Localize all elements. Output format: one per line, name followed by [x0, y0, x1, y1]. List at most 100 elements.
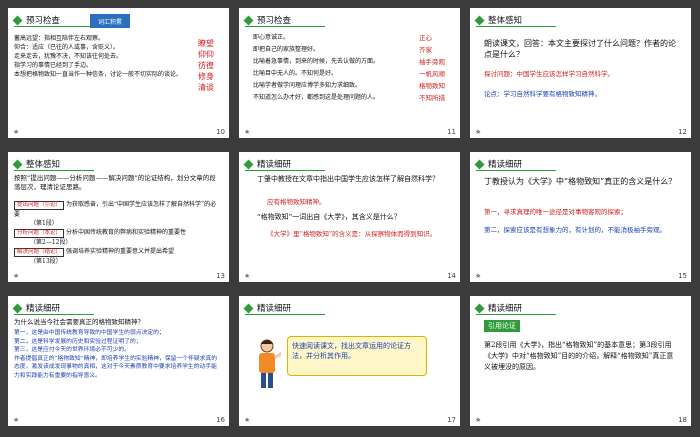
slide-number: 13 [216, 272, 225, 280]
answer-word: 修身 [198, 72, 214, 81]
diamond-bullet-icon [243, 303, 254, 313]
star-icon: ★ [244, 128, 251, 136]
slide-title: 精读细研 [488, 304, 523, 314]
part-range: （第2—12段） [30, 239, 72, 246]
diamond-bullet-icon [474, 159, 485, 169]
question-1: 丁肇中教授在文章中指出中国学生应该怎样了解自然科学？ [257, 175, 439, 183]
star-icon: ★ [475, 416, 482, 424]
argument-method-tag: 引用论证 [484, 320, 520, 332]
slide-number: 16 [216, 416, 225, 424]
slide-header: 精读细研 [243, 158, 292, 170]
intro-text: 按照“提出问题——分析问题——解决问题”的论证结构，划分文章的段落层次，理清论证… [14, 174, 216, 191]
slide-number: 17 [447, 416, 456, 424]
slide-number: 15 [678, 272, 687, 280]
slide-header: 精读细研 [474, 158, 522, 170]
answer-word: 清谈 [198, 83, 214, 92]
answer-word: 仰仰 [198, 50, 214, 59]
header-underline [476, 314, 556, 315]
slide-thumbnail-18[interactable]: 精读细研 引用论证 第2段引用《大学》，指出“格物致知”的基本意思；第3段引用《… [470, 296, 691, 426]
answer-second: 第二，探索应该是有想象力的，有计划的，不能消极袖手旁观。 [484, 226, 666, 234]
slide-thumbnail-12[interactable]: 整体感知 朗读课文，回答：本文主要探讨了什么问题？作者的论点是什么？ 探讨问题：… [470, 8, 691, 138]
star-icon: ★ [244, 416, 251, 424]
answer-2: 《大学》里“格物致知”的含义是：从探察物体而得到知识。 [267, 230, 437, 238]
reason-list: 第一，这是由中国传统教育导致的中国学生的弱点决定的； 第二，这是科学发展的历史和… [14, 329, 222, 380]
outline-part: 提出问题（引论） 为获取感奋，引出“中国学生应该怎样了解自然科学”的必要 [14, 200, 222, 219]
slide-thumbnail-13[interactable]: 整体感知 按照“提出问题——分析问题——解决问题”的论证结构，划分文章的段落层次… [8, 152, 229, 282]
part-label: 分析问题（本论） [14, 229, 65, 238]
diamond-bullet-icon [474, 303, 485, 313]
idiom-list: 即心意诚正。 即把自己的家族整理好。 比喻着急事情，到来的时候，先去认做的方面。… [253, 32, 413, 104]
slide-title: 整体感知 [26, 160, 61, 170]
part-desc: 分析中国传统教育的弊病和实验精神的重要性 [65, 229, 186, 236]
answer-thesis: 论点：学习自然科学要有格物致知精神。 [484, 90, 601, 98]
answer-word: 袖手旁观 [419, 58, 445, 66]
reason-line: 第一，这是由中国传统教育导致的中国学生的弱点决定的； [14, 330, 165, 336]
slide-number: 10 [216, 128, 225, 136]
outline-part: 解决问题（结论） 强调培养实验精神的重要意义并提出希望 [14, 247, 222, 257]
star-icon: ★ [13, 272, 20, 280]
part-label: 解决问题（结论） [14, 248, 65, 257]
diamond-bullet-icon [243, 15, 254, 25]
answer-word: 一帆风顺 [419, 70, 445, 78]
vocab-list: 蓄高远望：指相互陪伴左右观察。 仰合：适应（已往的人或事，含贬义）。 走来走去，… [14, 34, 184, 79]
answer-word: 齐家 [419, 46, 432, 54]
slide-header: 预习检查 [243, 14, 292, 26]
slide-title: 精读细研 [257, 160, 292, 170]
header-underline [245, 314, 325, 315]
diamond-bullet-icon [12, 15, 23, 25]
slide-number: 12 [678, 128, 687, 136]
slide-header: 整体感知 [474, 14, 523, 26]
slide-number: 18 [678, 416, 687, 424]
star-icon: ★ [13, 416, 20, 424]
slide-thumbnail-17[interactable]: 精读细研 快速阅读课文，找出文章运用的论证方法，并分析其作用。 ★ 17 [239, 296, 460, 426]
vocab-line: 蓄高远望：指相互陪伴左右观察。 [14, 35, 105, 42]
slide-thumbnail-15[interactable]: 精读细研 丁教授认为《大学》中“格物致知”真正的含义是什么？ 第一，寻求真理的唯… [470, 152, 691, 282]
answer-1: 应有格物致知精神。 [267, 198, 326, 206]
slide-title: 预习检查 [26, 16, 61, 26]
header-underline [245, 170, 325, 171]
slide-header: 精读细研 [474, 302, 523, 314]
slide-header: 精读细研 [243, 302, 292, 314]
part-desc: 强调培养实验精神的重要意义并提出希望 [65, 248, 174, 255]
teacher-illustration-icon [259, 339, 281, 388]
task-bubble: 快速阅读课文，找出文章运用的论证方法，并分析其作用。 [287, 336, 427, 376]
star-icon: ★ [13, 128, 20, 136]
star-icon: ★ [475, 128, 482, 136]
answer-word: 正心 [419, 34, 432, 42]
idiom-line: 比喻着急事情，到来的时候，先去认做的方面。 [253, 58, 380, 65]
vocab-line: 走来走去，犹豫不决，不知该往何处去。 [14, 53, 123, 60]
slide-number: 11 [447, 128, 456, 136]
slide-number: 14 [447, 272, 456, 280]
question-2: “格物致知”一词出自《大学》，其含义是什么？ [257, 213, 401, 221]
question-text: 丁教授认为《大学》中“格物致知”真正的含义是什么？ [484, 177, 677, 186]
vocab-line: 仰合：适应（已往的人或事，含贬义）。 [14, 44, 120, 51]
part-label: 提出问题（引论） [14, 201, 65, 210]
slide-thumbnail-16[interactable]: 精读细研 为什么说当今社会需要真正的格物致知精神？ 第一，这是由中国传统教育导致… [8, 296, 229, 426]
idiom-answers: 正心 齐家 袖手旁观 一帆风顺 格物致知 不知所措 [419, 32, 459, 104]
slide-title: 精读细研 [257, 304, 292, 314]
answer-word: 格物致知 [419, 82, 445, 90]
answer-word: 不知所措 [419, 94, 445, 102]
idiom-line: 即心意诚正。 [253, 34, 290, 41]
idiom-line: 即把自己的家族整理好。 [253, 46, 320, 53]
slide-thumbnail-14[interactable]: 精读细研 丁肇中教授在文章中指出中国学生应该怎样了解自然科学？ 应有格物致知精神… [239, 152, 460, 282]
header-underline [14, 26, 94, 27]
star-icon: ★ [475, 272, 482, 280]
reason-line: 第三，这是应付今天的世界环境必不可少的。 [14, 347, 130, 353]
slide-thumbnail-11[interactable]: 预习检查 即心意诚正。 即把自己的家族整理好。 比喻着急事情，到来的时候，先去认… [239, 8, 460, 138]
diamond-bullet-icon [474, 15, 485, 25]
slide-title: 整体感知 [488, 16, 523, 26]
idiom-line: 比喻学者做学问理应博学多知力求细致。 [253, 82, 362, 89]
slide-header: 精读细研 [12, 302, 61, 314]
vocab-banner: 词汇积累 [90, 14, 130, 28]
idiom-line: 比喻目中无人的。不知何是好。 [253, 70, 338, 77]
reason-summary: 作者提倡真正的“格物致知”精神，即培养学生的实验精神，保留一个怀疑求真的态度，激… [14, 355, 218, 379]
slide-thumbnail-10[interactable]: 预习检查 词汇积累 蓄高远望：指相互陪伴左右观察。 仰合：适应（已往的人或事，含… [8, 8, 229, 138]
star-icon: ★ [244, 272, 251, 280]
answer-problem: 探讨问题：中国学生应该怎样学习自然科学。 [484, 70, 614, 78]
slide-title: 精读细研 [26, 304, 61, 314]
part-range: （第13段） [30, 258, 62, 265]
slide-title: 预习检查 [257, 16, 292, 26]
header-underline [245, 26, 325, 27]
answer-word: 瞭望 [198, 39, 214, 48]
